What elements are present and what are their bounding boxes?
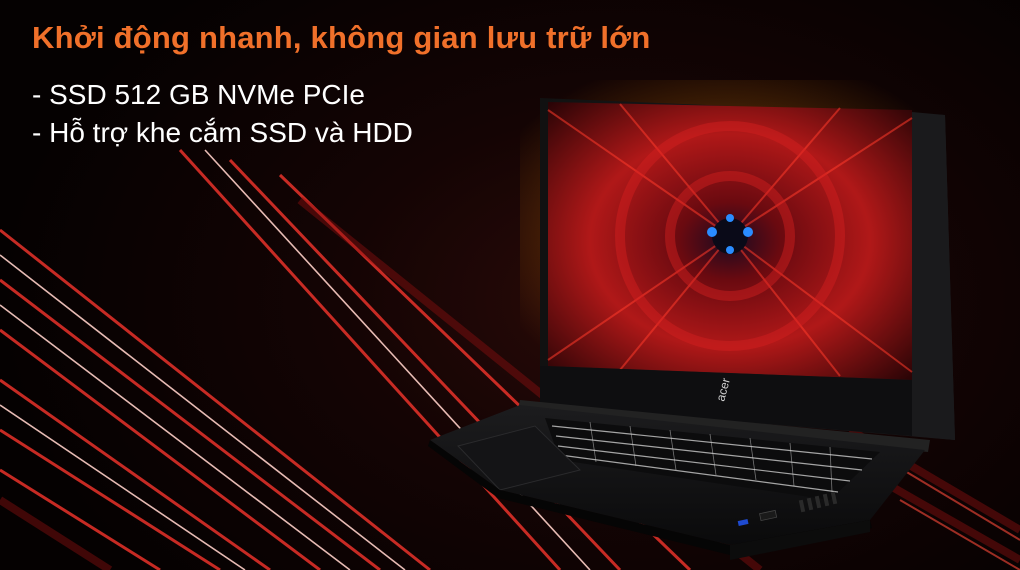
product-banner: Khởi động nhanh, không gian lưu trữ lớn … xyxy=(0,0,1020,570)
laptop-screen xyxy=(547,102,913,380)
laptop-image: acer xyxy=(428,80,955,560)
